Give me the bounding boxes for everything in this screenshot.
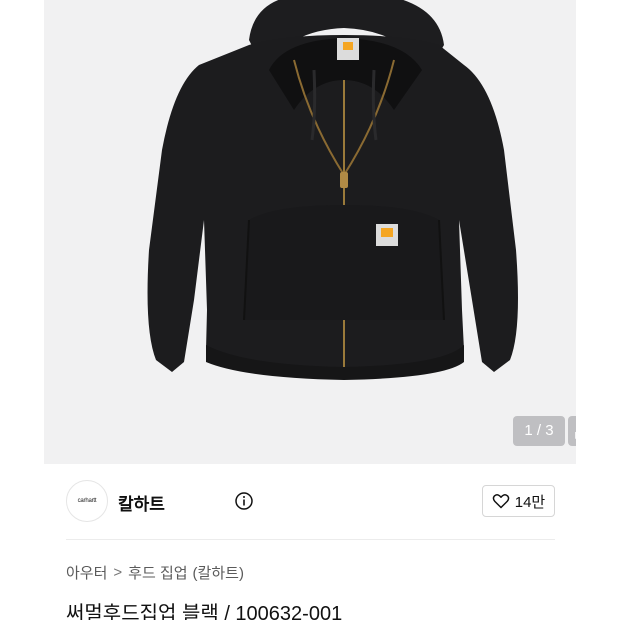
brand-name-link[interactable]: 칼하트 [118, 490, 165, 515]
brand-logo-text: carhartt [77, 498, 97, 504]
breadcrumb-subcategory[interactable]: 후드 집업 [128, 562, 187, 583]
brand-logo[interactable]: carhartt [66, 480, 108, 522]
divider [66, 539, 555, 540]
product-image-gallery[interactable]: 1 / 3 [44, 0, 576, 464]
like-count: 14만 [514, 493, 546, 511]
heart-icon [492, 493, 510, 509]
product-title: 써멀후드집업 블랙 / 100632-001 [66, 603, 343, 620]
like-button[interactable]: 14만 [482, 485, 555, 517]
expand-image-button[interactable] [568, 416, 576, 446]
breadcrumb-separator: > [113, 564, 123, 581]
breadcrumb-category[interactable]: 아우터 [66, 562, 107, 583]
breadcrumb-brand[interactable]: (칼하트) [193, 562, 244, 583]
breadcrumb: 아우터 > 후드 집업 (칼하트) [66, 562, 244, 583]
brand-row: carhartt 칼하트 14만 [66, 480, 555, 524]
expand-icon [575, 432, 576, 439]
image-counter: 1 / 3 [513, 416, 565, 446]
product-image-black-hoodie [147, 0, 518, 380]
info-icon[interactable] [234, 491, 254, 511]
